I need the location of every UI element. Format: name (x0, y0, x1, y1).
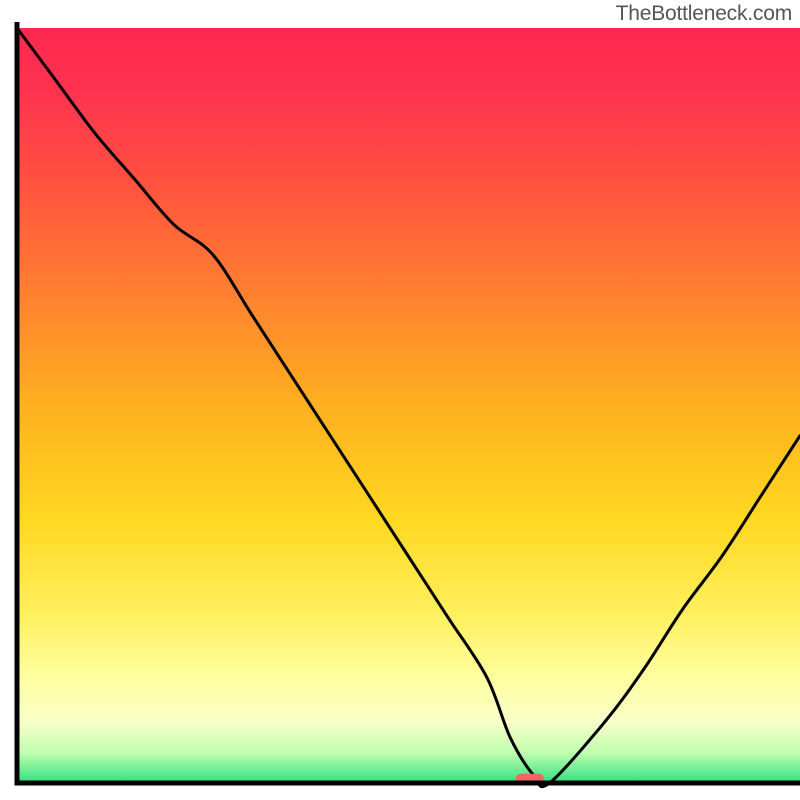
watermark-text: TheBottleneck.com (616, 2, 792, 26)
chart-svg (0, 0, 800, 800)
bottleneck-chart: TheBottleneck.com (0, 0, 800, 800)
plot-background (17, 28, 800, 783)
